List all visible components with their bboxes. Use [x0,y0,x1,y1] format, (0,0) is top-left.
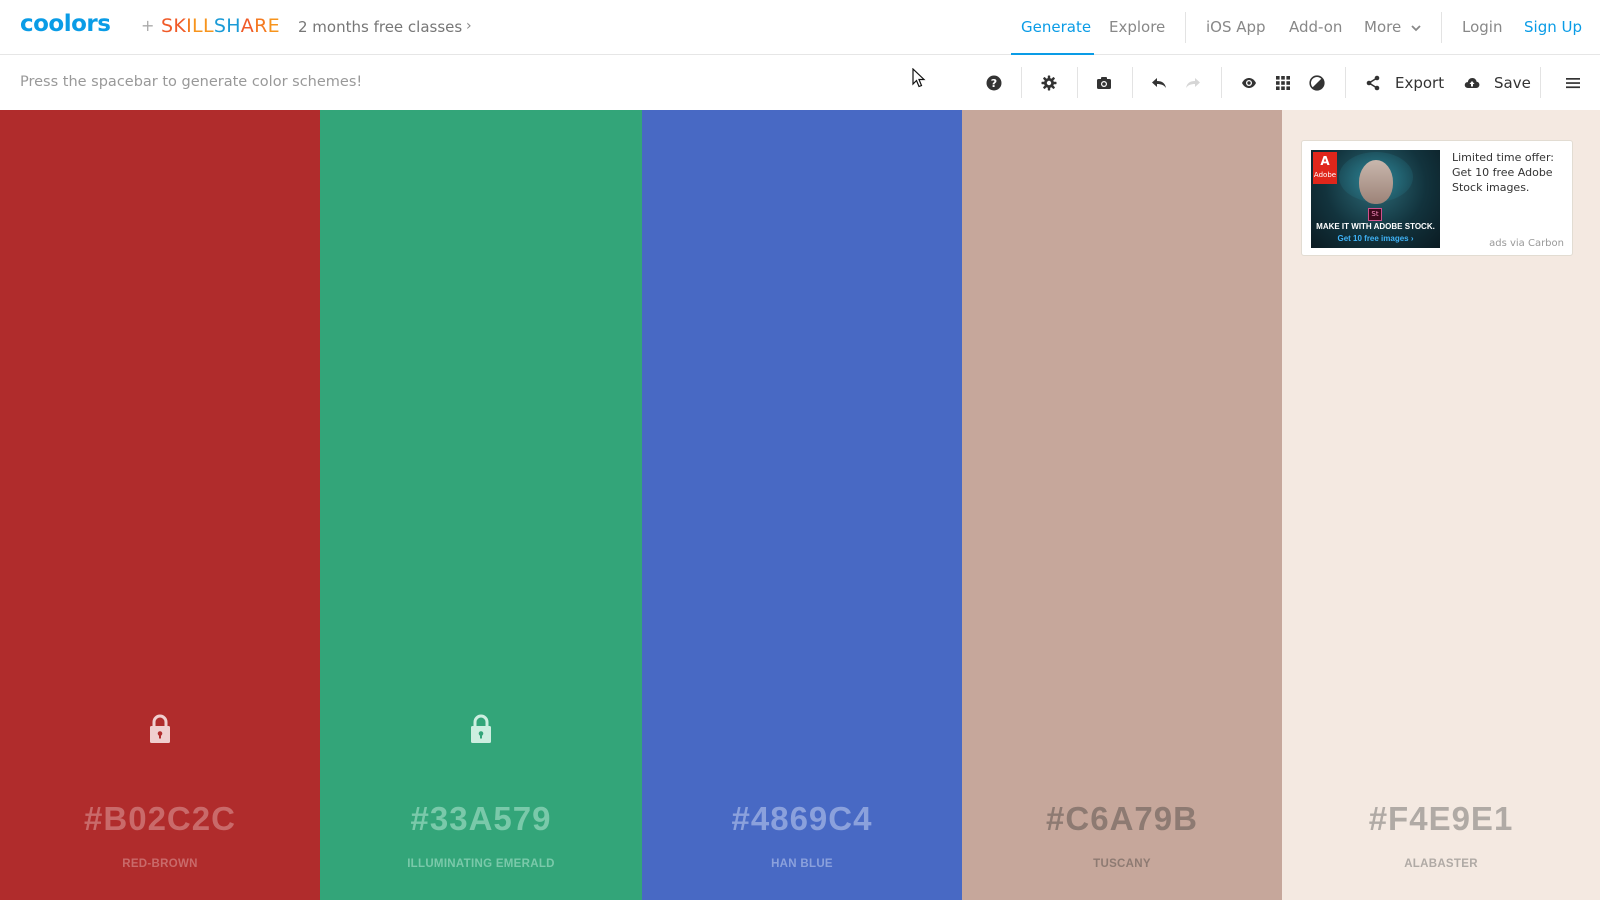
toolbar-divider [1345,67,1346,98]
nav-divider [1441,12,1442,43]
nav-generate[interactable]: Generate [1021,18,1091,36]
nav-login[interactable]: Login [1462,18,1502,36]
toolbar-divider [1221,67,1222,98]
gear-icon[interactable] [1038,72,1060,94]
nav-more[interactable]: More [1364,18,1421,36]
mouse-cursor-icon [912,68,926,88]
hex-code[interactable]: #F4E9E1 [1282,800,1600,838]
save-button[interactable]: Save [1494,74,1531,92]
color-swatch[interactable]: #C6A79B TUSCANY [962,110,1282,900]
lock-icon[interactable] [148,714,172,744]
ad-caption: MAKE IT WITH ADOBE STOCK. [1316,222,1435,231]
lock-icon[interactable] [469,714,493,744]
adobe-logo-icon: A Adobe [1313,152,1337,184]
plus-sign: + [141,16,155,35]
adobe-brand: Adobe [1313,171,1337,179]
export-button[interactable]: Export [1395,74,1444,92]
hex-code[interactable]: #4869C4 [642,800,962,838]
hex-code[interactable]: #C6A79B [962,800,1282,838]
coolors-logo[interactable]: coolors [20,11,111,37]
nav-divider [1185,12,1186,43]
nav-ios-app[interactable]: iOS App [1206,18,1266,36]
undo-icon[interactable] [1148,72,1170,94]
share-icon[interactable] [1362,72,1384,94]
cloud-upload-icon[interactable] [1461,72,1483,94]
nav-explore[interactable]: Explore [1109,18,1165,36]
ad-headline[interactable]: Limited time offer: Get 10 free Adobe St… [1452,150,1568,195]
color-swatch[interactable]: #33A579 ILLUMINATING EMERALD [320,110,642,900]
toolbar-divider [1021,67,1022,98]
ad-cta: Get 10 free images › [1337,234,1414,243]
color-name: TUSCANY [1093,858,1151,870]
carbon-ad[interactable]: A Adobe St MAKE IT WITH ADOBE STOCK. Get… [1301,140,1573,256]
toolbar-divider [1077,67,1078,98]
color-name: RED-BROWN [122,858,198,870]
help-icon[interactable]: ? [983,72,1005,94]
menu-icon[interactable] [1562,72,1584,94]
ad-attribution[interactable]: ads via Carbon [1489,238,1564,249]
chevron-down-icon [1411,25,1421,32]
ad-image[interactable]: A Adobe St MAKE IT WITH ADOBE STOCK. Get… [1311,150,1440,248]
hex-code[interactable]: #33A579 [320,800,642,838]
chevron-right-icon[interactable]: › [466,18,472,34]
color-name: ILLUMINATING EMERALD [407,858,555,870]
stock-badge-icon: St [1368,208,1382,221]
contrast-icon[interactable] [1306,72,1328,94]
svg-text:?: ? [991,77,997,90]
color-swatch[interactable]: #4869C4 HAN BLUE [642,110,962,900]
spacebar-hint: Press the spacebar to generate color sch… [20,74,363,90]
nav-addon[interactable]: Add-on [1289,18,1342,36]
toolbar: Press the spacebar to generate color sch… [0,55,1600,110]
color-swatch[interactable]: #B02C2C RED-BROWN [0,110,320,900]
redo-icon[interactable] [1182,72,1204,94]
nav-more-label: More [1364,18,1402,36]
eye-icon[interactable] [1238,72,1260,94]
color-name: HAN BLUE [771,858,833,870]
skillshare-logo[interactable]: SKILLSHARE [161,15,280,37]
nav-signup[interactable]: Sign Up [1524,18,1582,36]
camera-icon[interactable] [1093,72,1115,94]
ad-face-graphic [1359,160,1393,204]
color-name: ALABASTER [1404,858,1478,870]
toolbar-divider [1540,67,1541,98]
top-navbar: coolors + SKILLSHARE 2 months free class… [0,0,1600,55]
hex-code[interactable]: #B02C2C [0,800,320,838]
grid-icon[interactable] [1272,72,1294,94]
toolbar-divider [1132,67,1133,98]
promo-link[interactable]: 2 months free classes [298,18,462,36]
